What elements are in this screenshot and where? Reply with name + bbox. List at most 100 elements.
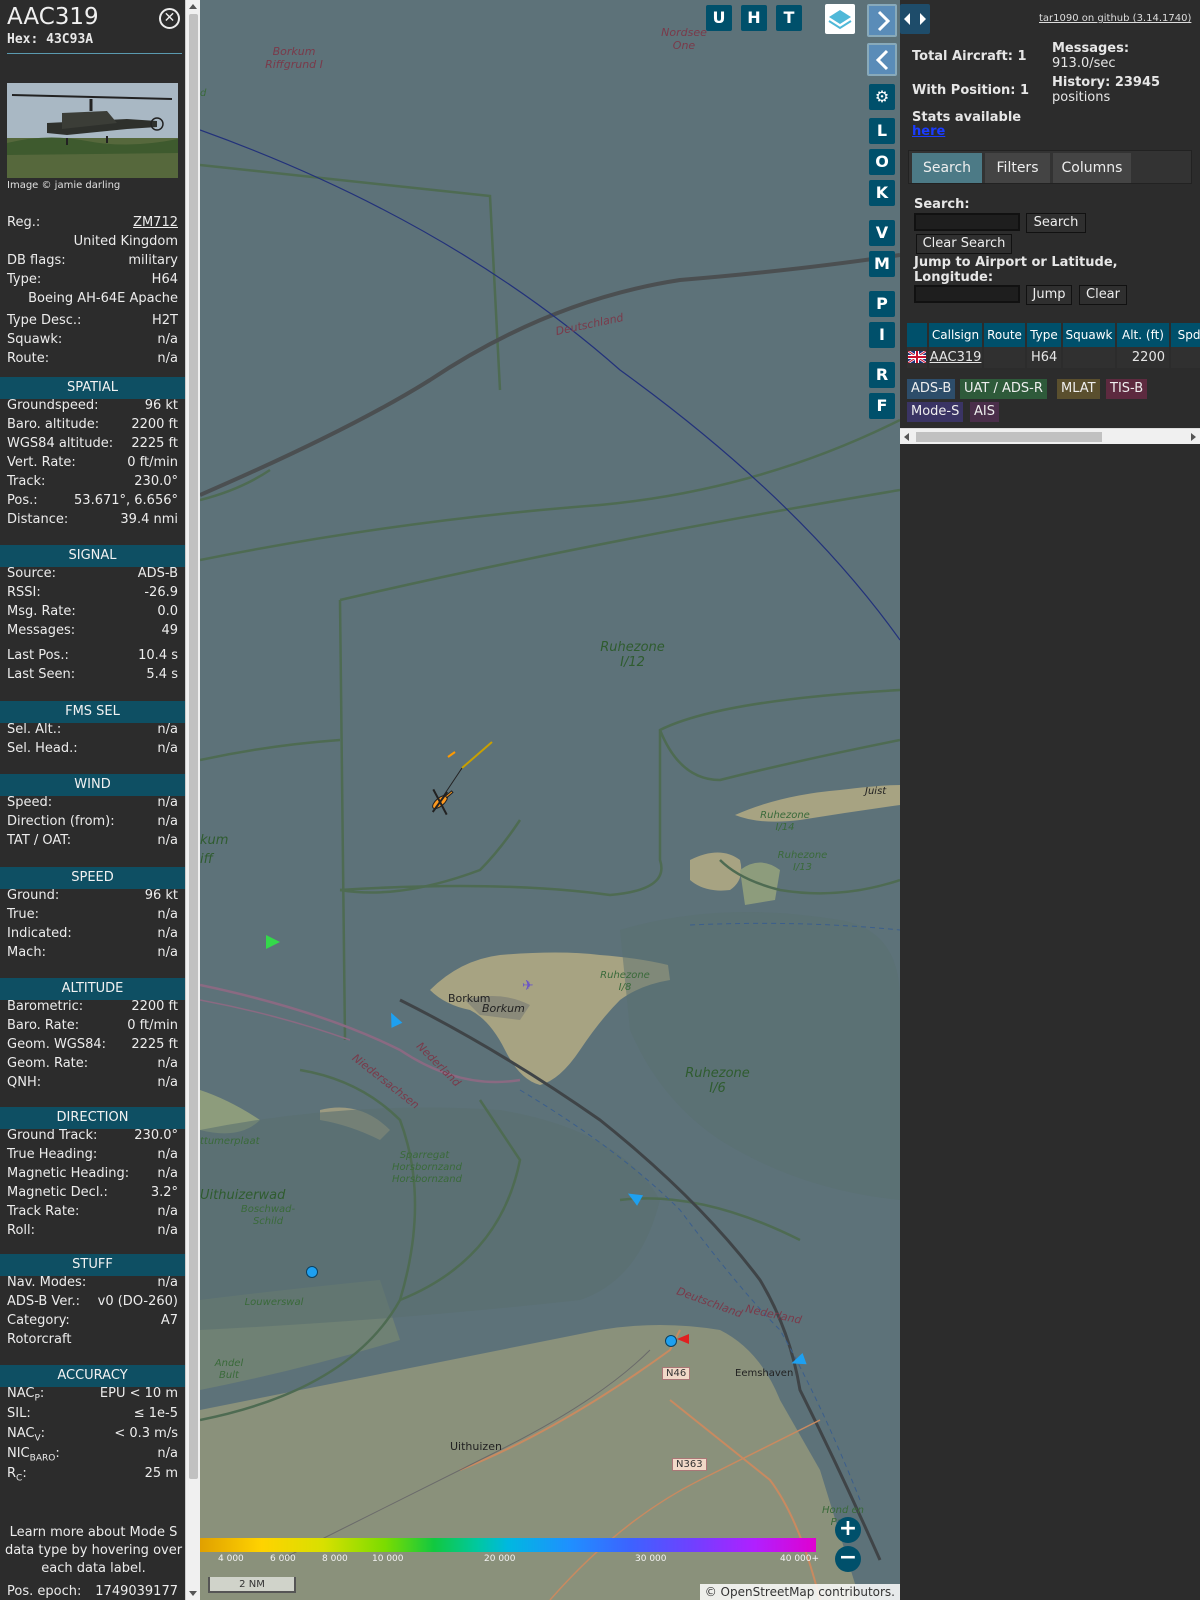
toggle-u-button[interactable]: U bbox=[706, 5, 732, 31]
toggle-v-button[interactable]: V bbox=[869, 220, 895, 246]
search-button[interactable]: Search bbox=[1026, 213, 1086, 233]
toggle-l-button[interactable]: L bbox=[869, 118, 895, 144]
info-panel-scrollbar[interactable] bbox=[185, 0, 200, 1600]
table-row[interactable]: AAC319 H64 2200 bbox=[907, 347, 1200, 371]
jump-button[interactable]: Jump bbox=[1026, 285, 1072, 305]
close-icon[interactable]: ✕ bbox=[159, 8, 180, 29]
toggle-r-button[interactable]: R bbox=[869, 362, 895, 388]
map-label-umerplaat: ttumerplaat bbox=[200, 1136, 260, 1147]
source-chip-mlat[interactable]: MLAT bbox=[1057, 379, 1100, 399]
tab-filters[interactable]: Filters bbox=[985, 153, 1050, 183]
clear-jump-button[interactable]: Clear bbox=[1079, 285, 1127, 305]
info-row: Geom. Rate: n/a bbox=[7, 1056, 178, 1071]
toggle-m-button[interactable]: M bbox=[869, 251, 895, 277]
map-label-iff: iff bbox=[200, 852, 213, 867]
map-label-boschwad: Boschwad-Schild bbox=[240, 1204, 296, 1227]
expand-sidebar-icon[interactable] bbox=[900, 4, 930, 34]
road-n363: N363 bbox=[672, 1458, 707, 1471]
toggle-t-button[interactable]: T bbox=[776, 5, 802, 31]
info-row: Last Pos.: 10.4 s bbox=[7, 648, 178, 663]
map-label-ruhezone-i8: Ruhezone I/8 bbox=[600, 970, 650, 993]
row-callsign[interactable]: AAC319 bbox=[929, 347, 984, 371]
divider bbox=[7, 53, 182, 54]
source-chip-adsb[interactable]: ADS-B bbox=[907, 379, 956, 399]
column-type[interactable]: Type bbox=[1027, 323, 1063, 347]
map-view[interactable]: Borkum Riffgrund I Nordsee One Ruhezone … bbox=[200, 0, 900, 1600]
column-speed[interactable]: Spd. bbox=[1171, 323, 1200, 347]
row-route bbox=[984, 347, 1027, 371]
airport-icon: ✈ bbox=[522, 978, 534, 994]
column-route[interactable]: Route bbox=[984, 323, 1027, 347]
info-row: TAT / OAT: n/a bbox=[7, 833, 178, 848]
toggle-i-button[interactable]: I bbox=[869, 322, 895, 348]
map-label-juist: Juist bbox=[865, 786, 887, 797]
collapse-sidebar-icon[interactable] bbox=[867, 4, 897, 37]
info-row: Baro. altitude: 2200 ft bbox=[7, 417, 178, 432]
info-row: Route: n/a bbox=[7, 351, 178, 366]
map-label-kum: kum bbox=[200, 833, 229, 848]
layers-icon[interactable] bbox=[825, 4, 855, 34]
info-row: Track Rate: n/a bbox=[7, 1204, 178, 1219]
toggle-f-button[interactable]: F bbox=[869, 393, 895, 419]
info-row: Type: H64 bbox=[7, 272, 178, 287]
toggle-o-button[interactable]: O bbox=[869, 149, 895, 175]
messages-value: 913.0/sec bbox=[1052, 56, 1116, 71]
jump-input[interactable] bbox=[914, 285, 1020, 303]
source-chip-tisb[interactable]: TIS-B bbox=[1106, 379, 1148, 399]
search-label: Search: bbox=[914, 197, 970, 212]
tab-search[interactable]: Search bbox=[912, 153, 982, 183]
tab-columns[interactable]: Columns bbox=[1053, 153, 1131, 183]
vessel-marker-icon[interactable] bbox=[665, 1335, 677, 1347]
source-chip-ais[interactable]: AIS bbox=[970, 402, 999, 422]
settings-gear-icon[interactable]: ⚙ bbox=[869, 84, 895, 110]
column-altitude[interactable]: Alt. (ft) bbox=[1117, 323, 1171, 347]
selected-hex: Hex: 43C93A bbox=[7, 32, 94, 47]
map-attribution[interactable]: © OpenStreetMap contributors. bbox=[699, 1584, 900, 1600]
photo-credit: Image © jamie darling bbox=[7, 180, 121, 191]
map-label-louwerswal: Louwerswal bbox=[244, 1297, 304, 1308]
pos-epoch-row: Pos. epoch: 1749039177 bbox=[7, 1584, 178, 1599]
vessel-marker-icon[interactable] bbox=[306, 1266, 318, 1278]
zoom-out-button[interactable]: − bbox=[835, 1546, 861, 1572]
info-row: United Kingdom bbox=[73, 234, 178, 249]
aircraft-info-panel: AAC319 Hex: 43C93A ✕ Image © jamie darli… bbox=[0, 0, 185, 1600]
source-chip-modes[interactable]: Mode-S bbox=[907, 402, 964, 422]
toggle-p-button[interactable]: P bbox=[869, 291, 895, 317]
map-label-d: d bbox=[200, 88, 207, 99]
info-row: Magnetic Heading: n/a bbox=[7, 1166, 178, 1181]
altitude-legend-labels: 4 000 6 000 8 000 10 000 20 000 30 000 4… bbox=[218, 1554, 820, 1564]
toggle-k-button[interactable]: K bbox=[869, 180, 895, 206]
info-row: Ground Track: 230.0° bbox=[7, 1128, 178, 1143]
search-input[interactable] bbox=[914, 213, 1020, 231]
aircraft-marker-icon[interactable] bbox=[266, 935, 280, 949]
version-link[interactable]: tar1090 on github (3.14.1740) bbox=[1039, 13, 1191, 24]
vessel-marker-icon[interactable] bbox=[677, 1334, 689, 1344]
zoom-in-button[interactable]: + bbox=[835, 1517, 861, 1543]
altitude-color-legend bbox=[200, 1538, 816, 1552]
info-row: Direction (from): n/a bbox=[7, 814, 178, 829]
info-row: Speed: n/a bbox=[7, 795, 178, 810]
info-row: Reg.: ZM712 bbox=[7, 215, 178, 230]
info-row: Baro. Rate: 0 ft/min bbox=[7, 1018, 178, 1033]
history-value: positions bbox=[1052, 90, 1111, 105]
source-chip-uat[interactable]: UAT / ADS-R bbox=[960, 379, 1047, 399]
info-row: Type Desc.: H2T bbox=[7, 313, 178, 328]
column-callsign[interactable]: Callsign bbox=[929, 323, 984, 347]
toggle-h-button[interactable]: H bbox=[741, 5, 767, 31]
with-position: With Position: 1 bbox=[912, 83, 1030, 98]
info-row: Geom. WGS84: 2225 ft bbox=[7, 1037, 178, 1052]
info-row: Groundspeed: 96 kt bbox=[7, 398, 178, 413]
right-sidebar: tar1090 on github (3.14.1740) Total Airc… bbox=[900, 0, 1200, 1600]
jump-label: Jump to Airport or Latitude, Longitude: bbox=[914, 255, 1118, 285]
info-row: Boeing AH-64E Apache bbox=[28, 291, 178, 306]
stats-link[interactable]: here bbox=[912, 124, 945, 139]
aircraft-photo[interactable] bbox=[7, 83, 178, 178]
clear-search-button[interactable]: Clear Search bbox=[916, 234, 1012, 254]
info-row: QNH: n/a bbox=[7, 1075, 178, 1090]
table-horizontal-scrollbar[interactable] bbox=[900, 428, 1200, 444]
column-squawk[interactable]: Squawk bbox=[1063, 323, 1117, 347]
info-row: NACP: EPU < 10 m bbox=[7, 1386, 178, 1404]
selected-helicopter-icon[interactable] bbox=[424, 786, 456, 818]
back-icon[interactable] bbox=[867, 43, 897, 76]
info-row: True: n/a bbox=[7, 907, 178, 922]
